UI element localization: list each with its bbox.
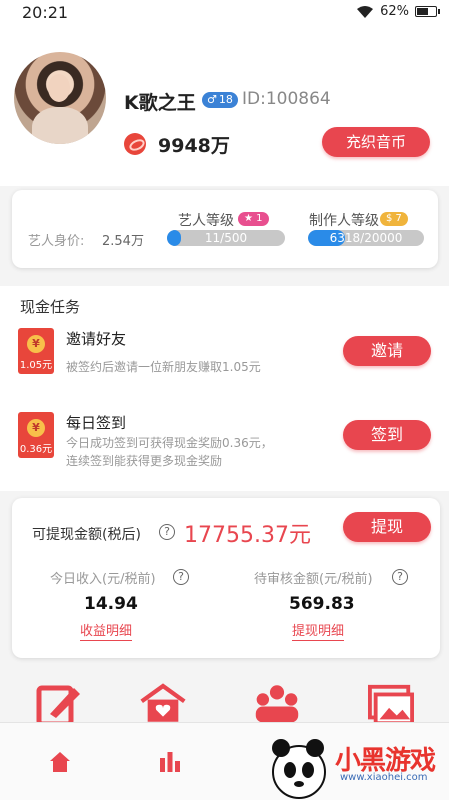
male-icon: ♂ xyxy=(207,93,217,106)
artist-level-title: 艺人等级 xyxy=(178,213,234,229)
home-tab-icon[interactable] xyxy=(48,751,72,773)
battery-percent: 62% xyxy=(380,4,409,19)
help-icon[interactable]: ? xyxy=(159,524,175,540)
withdrawable-label: 可提现金额(税后) xyxy=(32,527,141,543)
withdraw-card: 可提现金额(税后) ? 17755.37元 提现 今日收入(元/税前) ? 14… xyxy=(12,498,440,658)
gender-level-value: 18 xyxy=(218,93,233,106)
income-detail-link[interactable]: 收益明细 xyxy=(80,620,133,641)
producer-progress-bar: 6318/20000 xyxy=(308,230,424,246)
group-icon[interactable] xyxy=(254,682,300,724)
section-title: 现金任务 xyxy=(20,298,81,316)
pending-amount-label: 待审核金额(元/税前) xyxy=(254,572,373,587)
cash-tasks-section: 现金任务 ¥ 1.05元 邀请好友 被签约后邀请一位新朋友赚取1.05元 邀请 … xyxy=(0,286,449,491)
battery-icon xyxy=(415,6,440,17)
coin-amount: 9948万 xyxy=(158,135,230,157)
producer-progress-text: 6318/20000 xyxy=(329,231,403,245)
envelope-amount: 1.05元 xyxy=(19,360,53,371)
today-income-value: 14.94 xyxy=(84,594,138,614)
avatar[interactable] xyxy=(14,52,106,144)
withdraw-detail-link[interactable]: 提现明细 xyxy=(292,620,345,641)
gender-level-badge: ♂ 18 xyxy=(202,92,238,108)
task-desc: 被签约后邀请一位新朋友赚取1.05元 xyxy=(66,360,261,374)
worth-label: 艺人身价: xyxy=(28,234,85,249)
gallery-icon[interactable] xyxy=(368,684,414,726)
artist-progress-bar: 11/500 xyxy=(167,230,285,246)
task-title: 邀请好友 xyxy=(66,330,127,348)
task-desc-line2: 连续签到能获得更多现金奖励 xyxy=(66,454,223,468)
home-heart-icon[interactable] xyxy=(140,682,186,724)
task-title: 每日签到 xyxy=(66,414,127,432)
today-income-label: 今日收入(元/税前) xyxy=(50,572,156,587)
status-time: 20:21 xyxy=(22,3,69,22)
status-icons: 62% xyxy=(356,4,440,19)
envelope-amount: 0.36元 xyxy=(19,444,53,455)
worth-value: 2.54万 xyxy=(102,234,144,249)
wifi-icon xyxy=(357,5,374,18)
red-envelope-icon: ¥ 1.05元 xyxy=(18,328,54,374)
invite-button[interactable]: 邀请 xyxy=(343,336,431,366)
help-icon[interactable]: ? xyxy=(173,569,189,585)
nickname: K歌之王 xyxy=(124,92,196,114)
level-card: 艺人身价: 2.54万 艺人等级 ★ 1 11/500 制作人等级 $ 7 63… xyxy=(12,190,438,268)
chart-tab-icon[interactable] xyxy=(158,750,182,772)
withdraw-button[interactable]: 提现 xyxy=(343,512,431,542)
pending-amount-value: 569.83 xyxy=(289,594,355,614)
edit-icon[interactable] xyxy=(36,684,82,726)
checkin-button[interactable]: 签到 xyxy=(343,420,431,450)
artist-level-badge: ★ 1 xyxy=(238,212,269,226)
withdrawable-amount: 17755.37元 xyxy=(184,523,311,548)
artist-progress-text: 11/500 xyxy=(204,231,248,245)
coin-icon xyxy=(124,133,146,155)
producer-level-badge: $ 7 xyxy=(380,212,408,226)
producer-level-value: 7 xyxy=(395,213,402,224)
producer-level-title: 制作人等级 xyxy=(309,213,379,229)
feature-icon-row xyxy=(0,670,449,726)
user-id: ID:100864 xyxy=(242,89,331,109)
artist-level-value: 1 xyxy=(256,213,263,224)
help-icon[interactable]: ? xyxy=(392,569,408,585)
status-bar: 20:21 62% xyxy=(0,0,449,26)
watermark-url: www.xiaohei.com xyxy=(340,772,428,783)
task-desc: 今日成功签到可获得现金奖励0.36元， xyxy=(66,436,273,450)
red-envelope-icon: ¥ 0.36元 xyxy=(18,412,54,458)
recharge-button[interactable]: 充织音币 xyxy=(322,127,430,157)
